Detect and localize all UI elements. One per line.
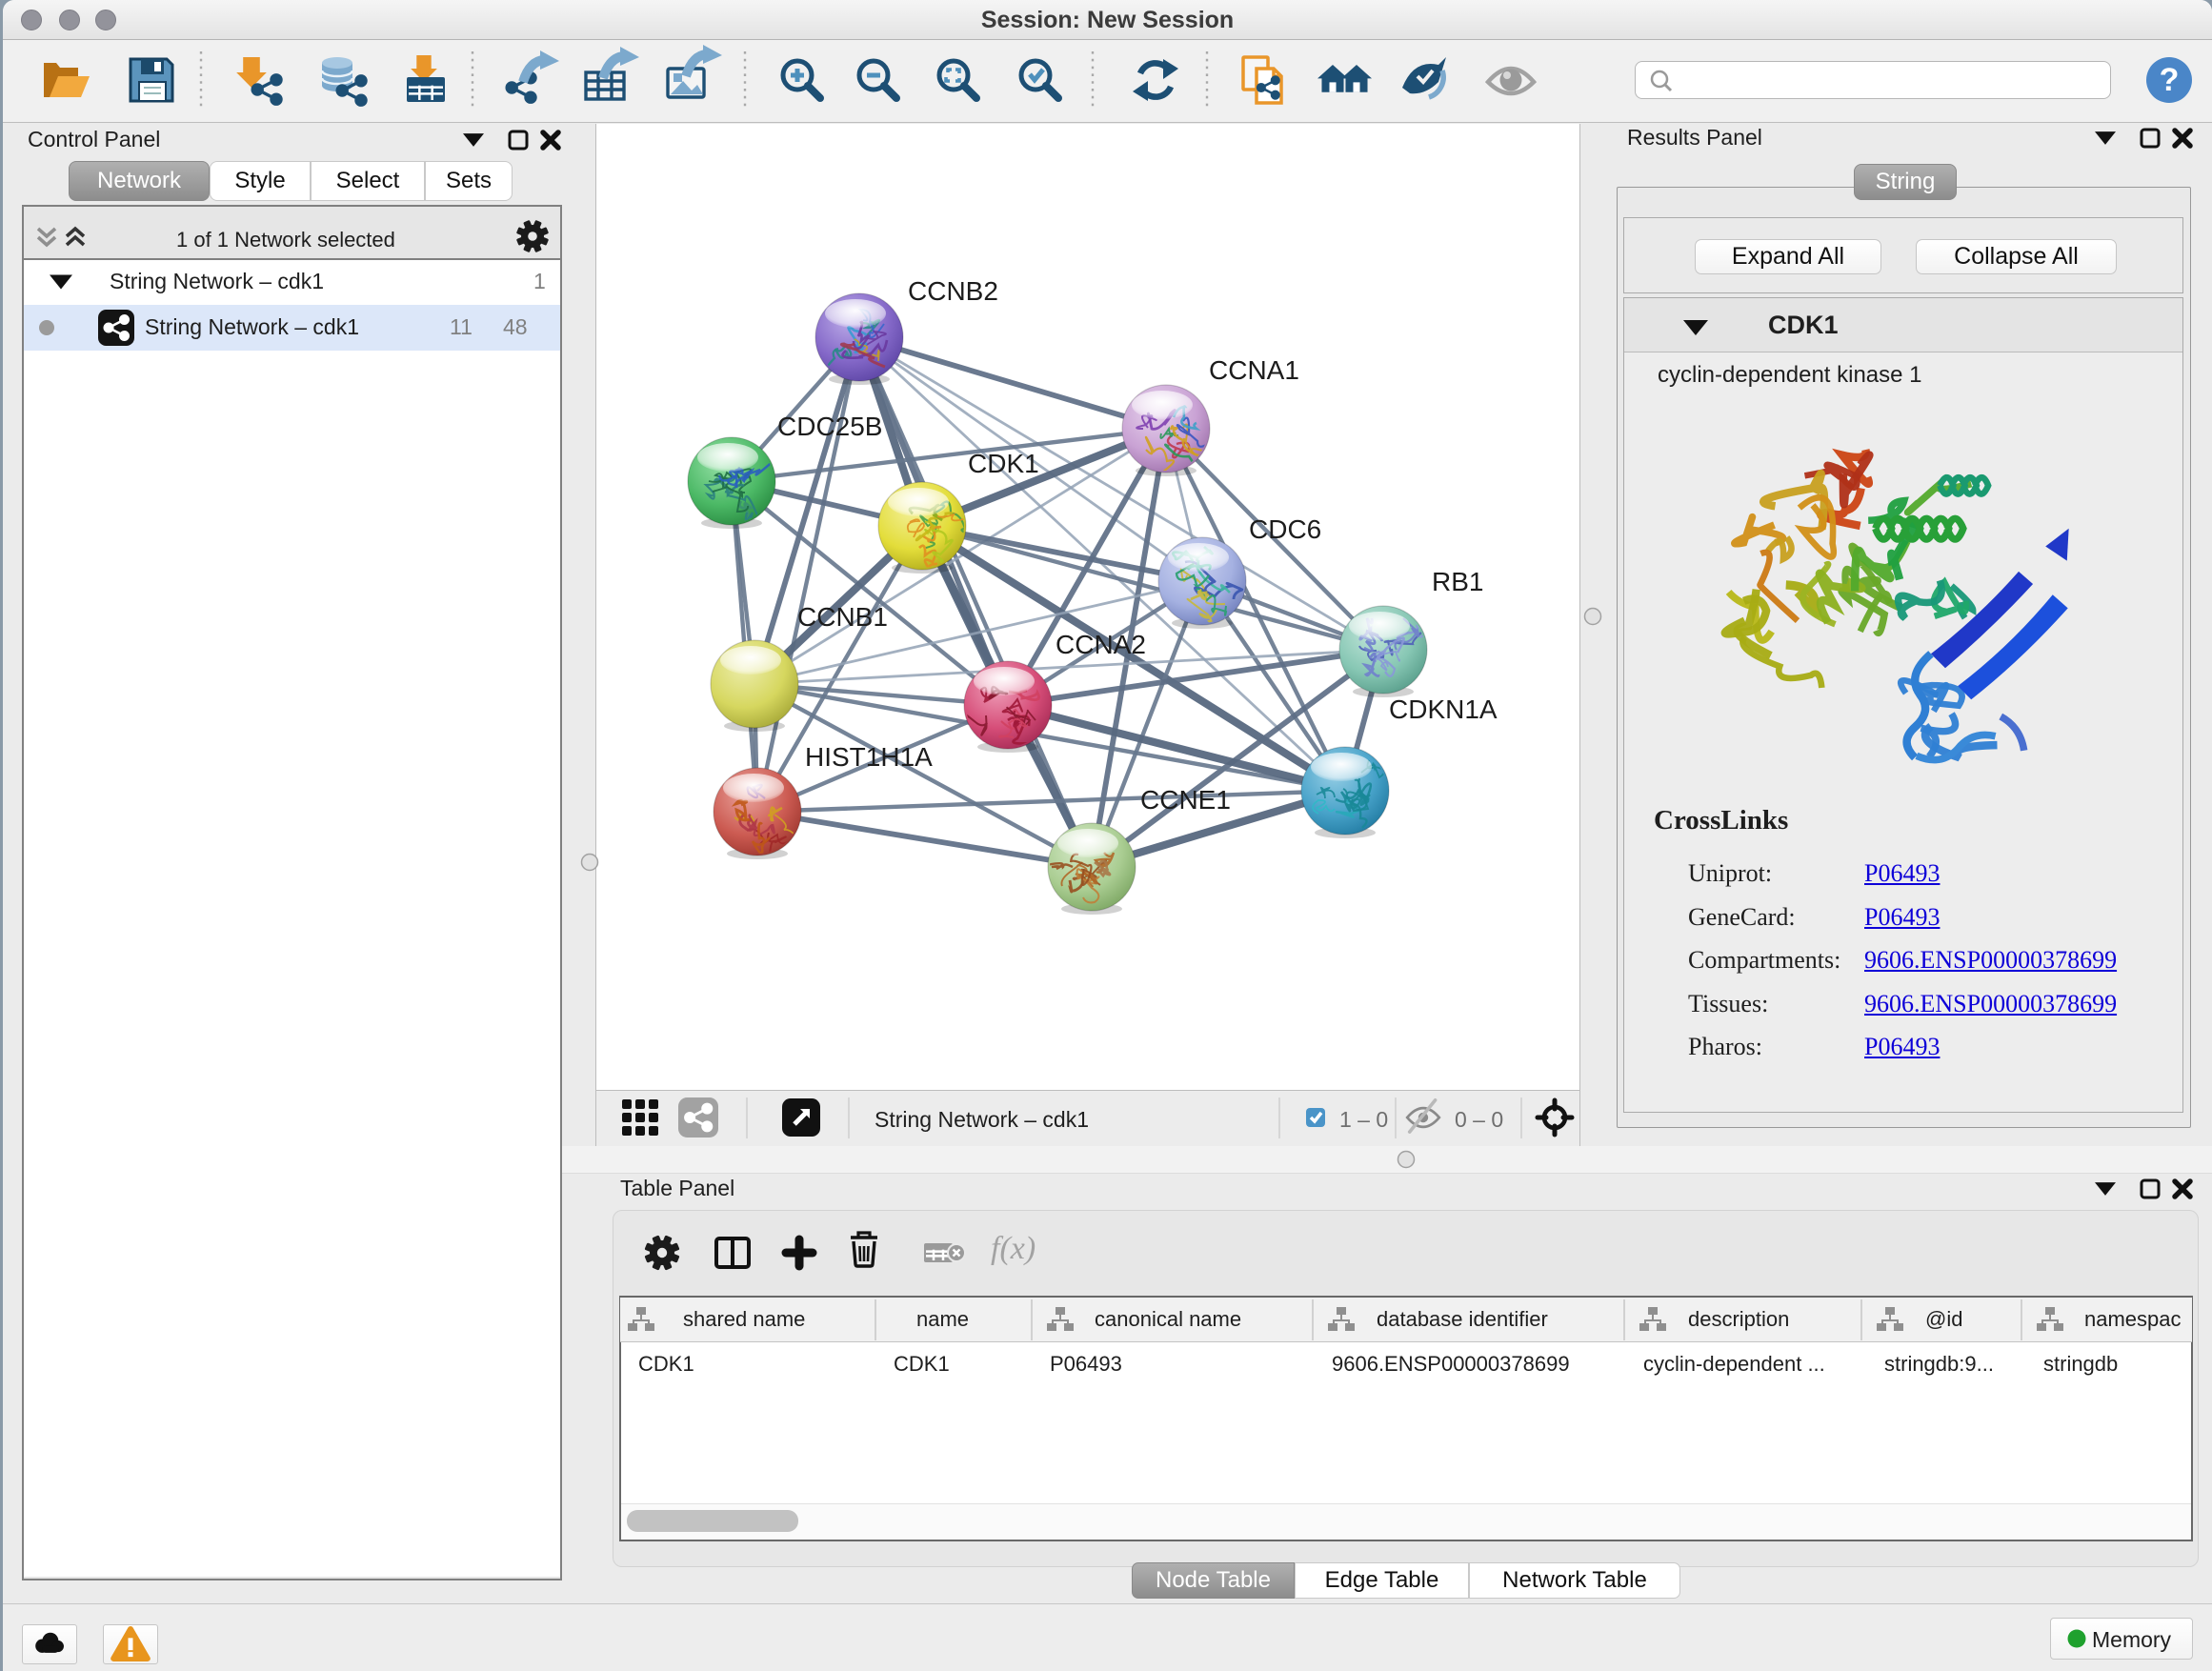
svg-text:CCNA2: CCNA2: [1056, 630, 1146, 659]
svg-text:CCNE1: CCNE1: [1140, 785, 1231, 815]
svg-text:CCNA1: CCNA1: [1209, 355, 1299, 385]
svg-text:CCNB1: CCNB1: [797, 602, 888, 632]
svg-text:CDC25B: CDC25B: [777, 412, 882, 441]
svg-text:CCNB2: CCNB2: [908, 276, 998, 306]
svg-text:CDC6: CDC6: [1249, 514, 1321, 544]
svg-text:RB1: RB1: [1432, 567, 1483, 596]
svg-text:CDKN1A: CDKN1A: [1389, 695, 1498, 724]
svg-text:HIST1H1A: HIST1H1A: [805, 742, 933, 772]
svg-text:CDK1: CDK1: [968, 449, 1039, 478]
